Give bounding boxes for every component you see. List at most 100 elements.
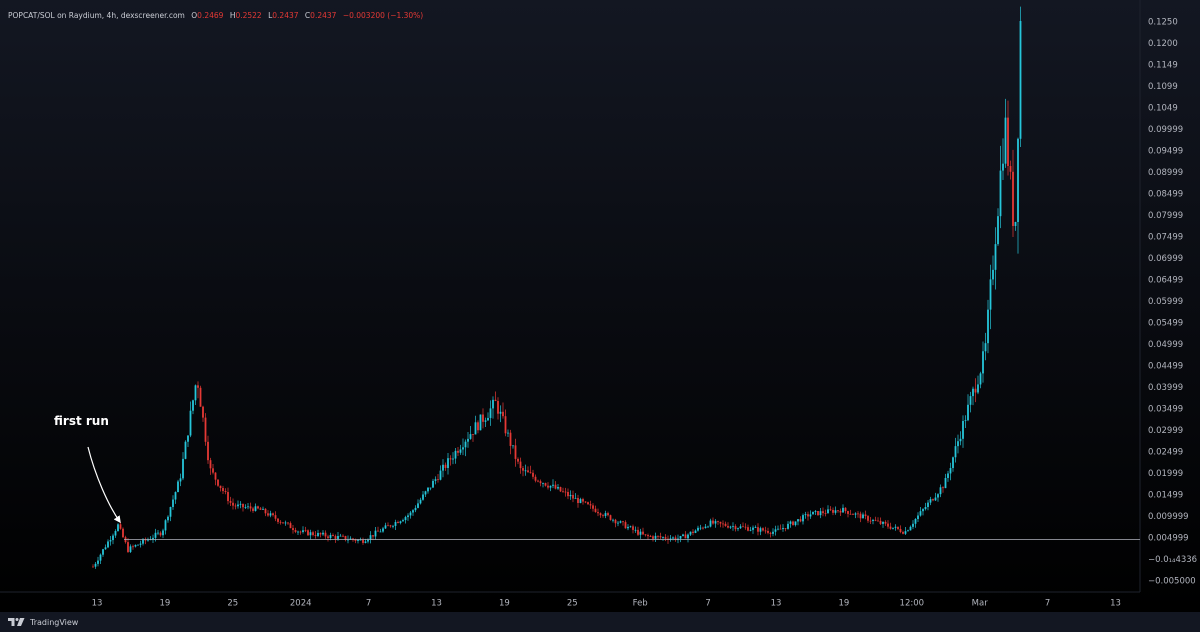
candle-up [732, 526, 734, 527]
candle-up [854, 513, 857, 515]
candle-up [697, 527, 699, 531]
candle-down [502, 411, 504, 417]
candle-up [922, 509, 924, 512]
candle-down [852, 514, 854, 515]
candle-up [192, 400, 194, 411]
time-tick-label: 13 [1110, 599, 1121, 609]
candle-up [542, 483, 544, 484]
candle-up [524, 470, 527, 472]
candle-down [312, 532, 314, 535]
candle-up [417, 503, 419, 508]
candle-up [904, 531, 907, 534]
candle-down [792, 521, 794, 526]
candle-down [642, 531, 644, 535]
price-tick-label: 0.1049 [1148, 104, 1178, 114]
candle-down [637, 529, 639, 535]
candle-up [317, 532, 319, 536]
price-tick-label: 0.06999 [1148, 254, 1183, 264]
candle-up [167, 516, 169, 521]
price-tick-label: 0.02999 [1148, 426, 1183, 436]
candle-up [709, 520, 712, 527]
candle-down [779, 528, 782, 530]
candle-up [962, 421, 964, 439]
candle-up [707, 526, 709, 528]
candle-up [639, 531, 642, 535]
candle-down [457, 450, 459, 453]
candle-down [562, 491, 564, 493]
candle-down [747, 527, 749, 531]
candle-up [329, 534, 332, 538]
candle-up [367, 539, 369, 542]
price-tick-label: 0.1250 [1148, 18, 1178, 28]
time-tick-label: 7 [1045, 599, 1050, 609]
candle-down [874, 519, 877, 521]
candle-up [937, 494, 939, 498]
candle-up [384, 525, 387, 529]
price-tick-label: 0.04999 [1148, 340, 1183, 350]
candle-up [979, 373, 982, 385]
candle-up [269, 513, 272, 516]
candle-up [94, 563, 97, 567]
candle-down [227, 492, 229, 502]
candle-down [799, 519, 802, 522]
candle-down [664, 537, 667, 539]
candle-up [114, 531, 117, 536]
price-tick-label: 0.1200 [1148, 39, 1178, 49]
candle-down [652, 536, 654, 539]
candle-up [704, 526, 707, 529]
candle-up [379, 531, 382, 533]
time-tick-label: 2024 [290, 599, 312, 609]
candle-up [469, 434, 472, 439]
candle-up [774, 529, 777, 532]
candle-up [512, 445, 514, 447]
candle-down [764, 530, 767, 532]
candle-up [382, 528, 384, 532]
candle-down [387, 525, 389, 527]
candle-down [889, 526, 892, 529]
candle-up [439, 470, 442, 480]
candle-up [952, 457, 954, 469]
candle-up [967, 404, 969, 421]
candle-down [547, 485, 549, 488]
candle-up [239, 503, 242, 505]
candle-down [567, 491, 569, 497]
candle-down [614, 519, 617, 524]
candle-up [752, 527, 754, 530]
candle-up [944, 477, 947, 489]
candle-up [754, 527, 757, 529]
candle-up [819, 511, 822, 516]
candle-down [807, 514, 809, 517]
candle-down [692, 531, 694, 533]
candle-up [172, 499, 174, 508]
candle-down [519, 461, 522, 469]
candle-down [849, 513, 852, 515]
candle-up [842, 507, 844, 513]
candle-down [127, 542, 129, 552]
candle-up [297, 531, 299, 533]
time-tick-label: 19 [838, 599, 849, 609]
candle-down [397, 521, 399, 523]
price-tick-label: 0.004999 [1148, 534, 1189, 544]
price-chart[interactable]: 0.1250 0.1200 0.1149 0.1099 0.1049 0.09999 0.0… [0, 0, 1200, 632]
time-tick-label: Mar [972, 599, 989, 609]
candle-up [492, 399, 494, 409]
candle-down [607, 513, 609, 516]
candle-down [767, 531, 769, 533]
candle-down [544, 483, 547, 486]
candle-up [1014, 221, 1017, 226]
candle-down [719, 521, 722, 524]
candle-up [322, 532, 324, 535]
candle-up [427, 487, 429, 492]
candle-down [332, 534, 334, 537]
candle-down [559, 487, 562, 492]
tradingview-brand[interactable]: TradingView [8, 616, 78, 628]
candle-up [402, 520, 404, 522]
candle-down [817, 511, 819, 516]
candle-down [477, 422, 479, 431]
candle-down [1009, 166, 1012, 172]
candle-up [462, 447, 464, 450]
candle-up [414, 507, 417, 511]
candle-up [992, 269, 994, 280]
candle-up [112, 535, 114, 541]
candle-up [804, 514, 807, 516]
